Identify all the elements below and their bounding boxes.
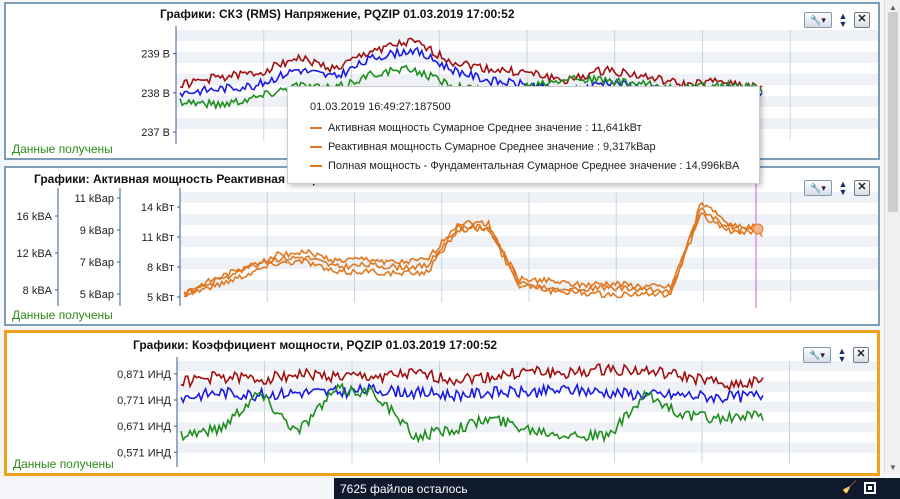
tooltip-row: Активная мощность Сумарное Среднее значе… <box>310 122 642 134</box>
y-tick-label: 8 kBт <box>147 262 174 274</box>
y-tick-label: 5 kBap <box>80 289 114 301</box>
y-tick-label: 12 kBA <box>17 248 53 260</box>
status-taskbar: 7625 файлов осталось 🧹 <box>334 478 900 499</box>
updown-icon[interactable]: ▲ ▼ <box>838 12 848 29</box>
close-icon[interactable]: ✕ <box>853 347 869 363</box>
y-tick-label: 14 kBт <box>141 202 174 214</box>
broom-icon[interactable]: 🧹 <box>842 480 857 494</box>
tooltip-row-text: Активная мощность Сумарное Среднее значе… <box>328 122 642 134</box>
series-swatch <box>310 165 322 167</box>
updown-icon[interactable]: ▲ ▼ <box>838 180 848 197</box>
files-remaining-text: 7625 файлов осталось <box>340 482 468 496</box>
y-tick-label: 0,671 ИНД <box>117 421 171 433</box>
panel-controls: 🔧▾ ▲ ▼ ✕ <box>804 180 870 197</box>
status-text: Данные получены <box>12 142 113 156</box>
scroll-thumb[interactable] <box>888 12 898 212</box>
tooltip-row-text: Полная мощность - Фундаментальная Сумарн… <box>328 160 740 172</box>
close-icon[interactable]: ✕ <box>854 180 870 196</box>
tooltip-row: Полная мощность - Фундаментальная Сумарн… <box>310 160 739 172</box>
tooltip: 01.03.2019 16:49:27:187500 Активная мощн… <box>287 86 760 184</box>
stop-icon[interactable] <box>864 482 876 494</box>
series-swatch <box>310 127 322 129</box>
tooltip-row: Реактивная мощность Сумарное Среднее зна… <box>310 141 656 153</box>
wrench-icon[interactable]: 🔧▾ <box>804 180 832 196</box>
status-text: Данные получены <box>12 308 113 322</box>
y-tick-label: 8 kBA <box>23 285 53 297</box>
y-tick-label: 16 kBA <box>17 211 53 223</box>
wrench-icon[interactable]: 🔧▾ <box>803 347 831 363</box>
y-tick-label: 239 В <box>141 49 170 61</box>
vertical-scrollbar[interactable]: ▲ ▼ <box>884 0 900 474</box>
y-tick-label: 11 kBт <box>142 232 174 244</box>
series-line[interactable] <box>180 382 764 444</box>
y-tick-label: 5 kBт <box>147 292 174 304</box>
y-tick-label: 238 В <box>141 88 170 100</box>
power-factor-chart[interactable]: 0,871 ИНД 0,771 ИНД 0,671 ИНД 0,571 ИНД <box>7 333 877 473</box>
y-tick-label: 0,571 ИНД <box>117 447 171 459</box>
close-icon[interactable]: ✕ <box>854 12 870 28</box>
panel-power-factor: Графики: Коэффициент мощности, PQZIP 01.… <box>4 330 880 476</box>
status-text: Данные получены <box>13 457 114 471</box>
y-tick-label: 11 kBap <box>74 193 114 205</box>
y-tick-label: 0,771 ИНД <box>117 395 171 407</box>
updown-icon[interactable]: ▲ ▼ <box>837 347 847 364</box>
series-swatch <box>310 146 322 148</box>
y-tick-label: 0,871 ИНД <box>117 369 171 381</box>
y-tick-label: 7 kBap <box>80 257 114 269</box>
tooltip-row-text: Реактивная мощность Сумарное Среднее зна… <box>328 141 656 153</box>
scroll-down-icon[interactable]: ▼ <box>889 463 897 472</box>
cursor-marker[interactable] <box>752 223 764 235</box>
tooltip-timestamp: 01.03.2019 16:49:27:187500 <box>310 101 451 113</box>
panel-controls: 🔧▾ ▲ ▼ ✕ <box>804 12 870 29</box>
y-tick-label: 9 kBap <box>80 225 114 237</box>
wrench-icon[interactable]: 🔧▾ <box>804 12 832 28</box>
power-chart[interactable]: 16 kBA 12 kBA 8 kBA 11 kBap 9 kBap 7 kBap 5 kB… <box>6 168 878 324</box>
panel-power: Графики: Активная мощность Реактивная мо… <box>4 166 880 326</box>
scroll-up-icon[interactable]: ▲ <box>889 3 897 12</box>
panel-controls: 🔧▾ ▲ ▼ ✕ <box>803 347 869 364</box>
y-tick-label: 237 В <box>141 127 170 139</box>
